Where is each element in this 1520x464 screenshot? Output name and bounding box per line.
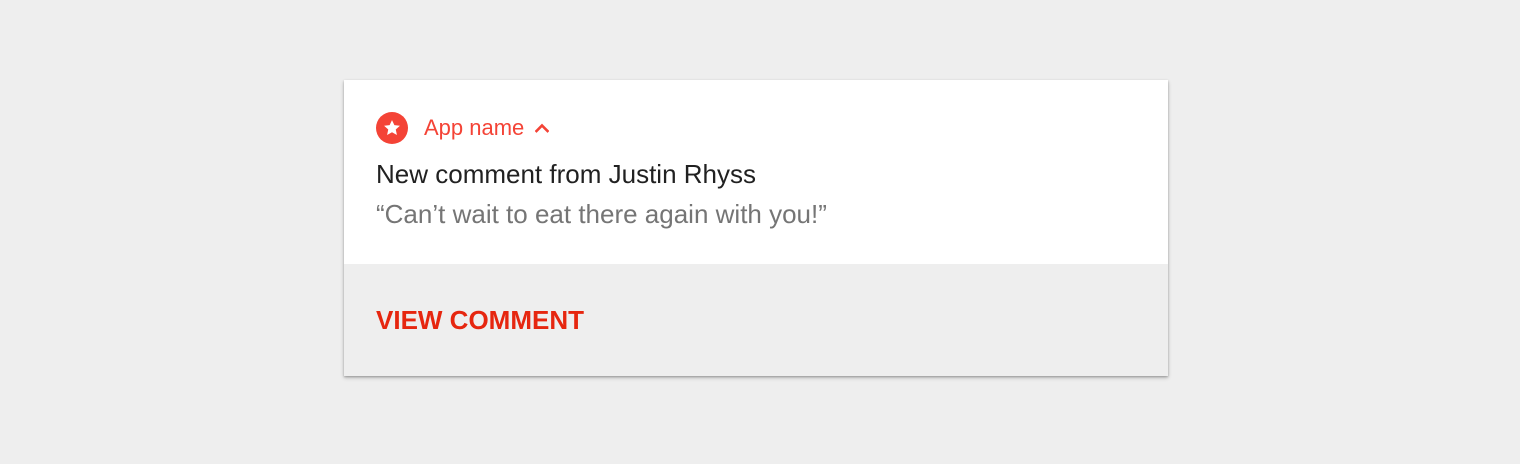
notification-card[interactable]: App name New comment from Justin Rhyss “…	[344, 80, 1168, 376]
view-comment-button[interactable]: VIEW COMMENT	[376, 300, 584, 340]
app-name: App name	[424, 115, 525, 140]
notification-actions: VIEW COMMENT	[344, 264, 1168, 376]
notification-title: New comment from Justin Rhyss	[376, 159, 756, 189]
chevron-up-icon[interactable]	[534, 120, 550, 136]
notification-header: App name	[376, 112, 550, 144]
notification-content[interactable]: App name New comment from Justin Rhyss “…	[344, 80, 1168, 264]
star-icon	[376, 112, 408, 144]
notification-text: “Can’t wait to eat there again with you!…	[376, 199, 827, 229]
